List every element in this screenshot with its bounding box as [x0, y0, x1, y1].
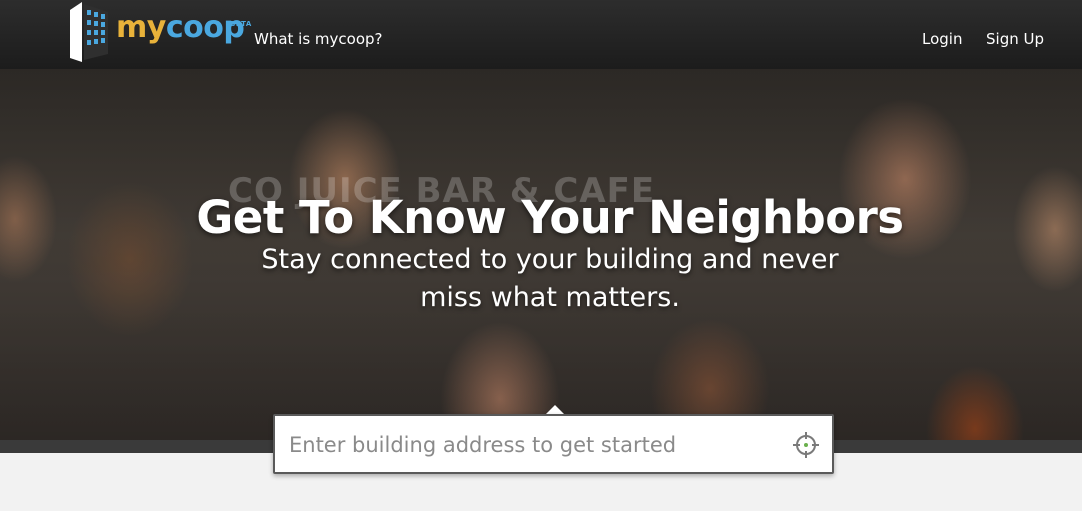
address-search-input[interactable]: [287, 424, 771, 466]
hero-subtitle: Stay connected to your building and neve…: [261, 244, 839, 313]
login-link[interactable]: Login: [922, 30, 962, 48]
what-is-mycoop-link[interactable]: What is mycoop?: [254, 30, 383, 48]
beta-badge: BETA: [230, 20, 252, 28]
signup-link[interactable]: Sign Up: [986, 30, 1044, 48]
logo-word-my: my: [116, 10, 166, 45]
address-search-box: [273, 414, 834, 474]
logo-wordmark[interactable]: mycoop: [116, 10, 245, 45]
top-navigation-bar: mycoop BETA What is mycoop? Login Sign U…: [0, 0, 1082, 70]
crosshair-locate-icon[interactable]: [792, 431, 820, 459]
hero-title: Get To Know Your Neighbors: [196, 191, 904, 244]
building-icon[interactable]: [68, 2, 110, 62]
hero-banner: CO JUICE BAR & CAFE Get To Know Your Nei…: [0, 69, 1082, 440]
